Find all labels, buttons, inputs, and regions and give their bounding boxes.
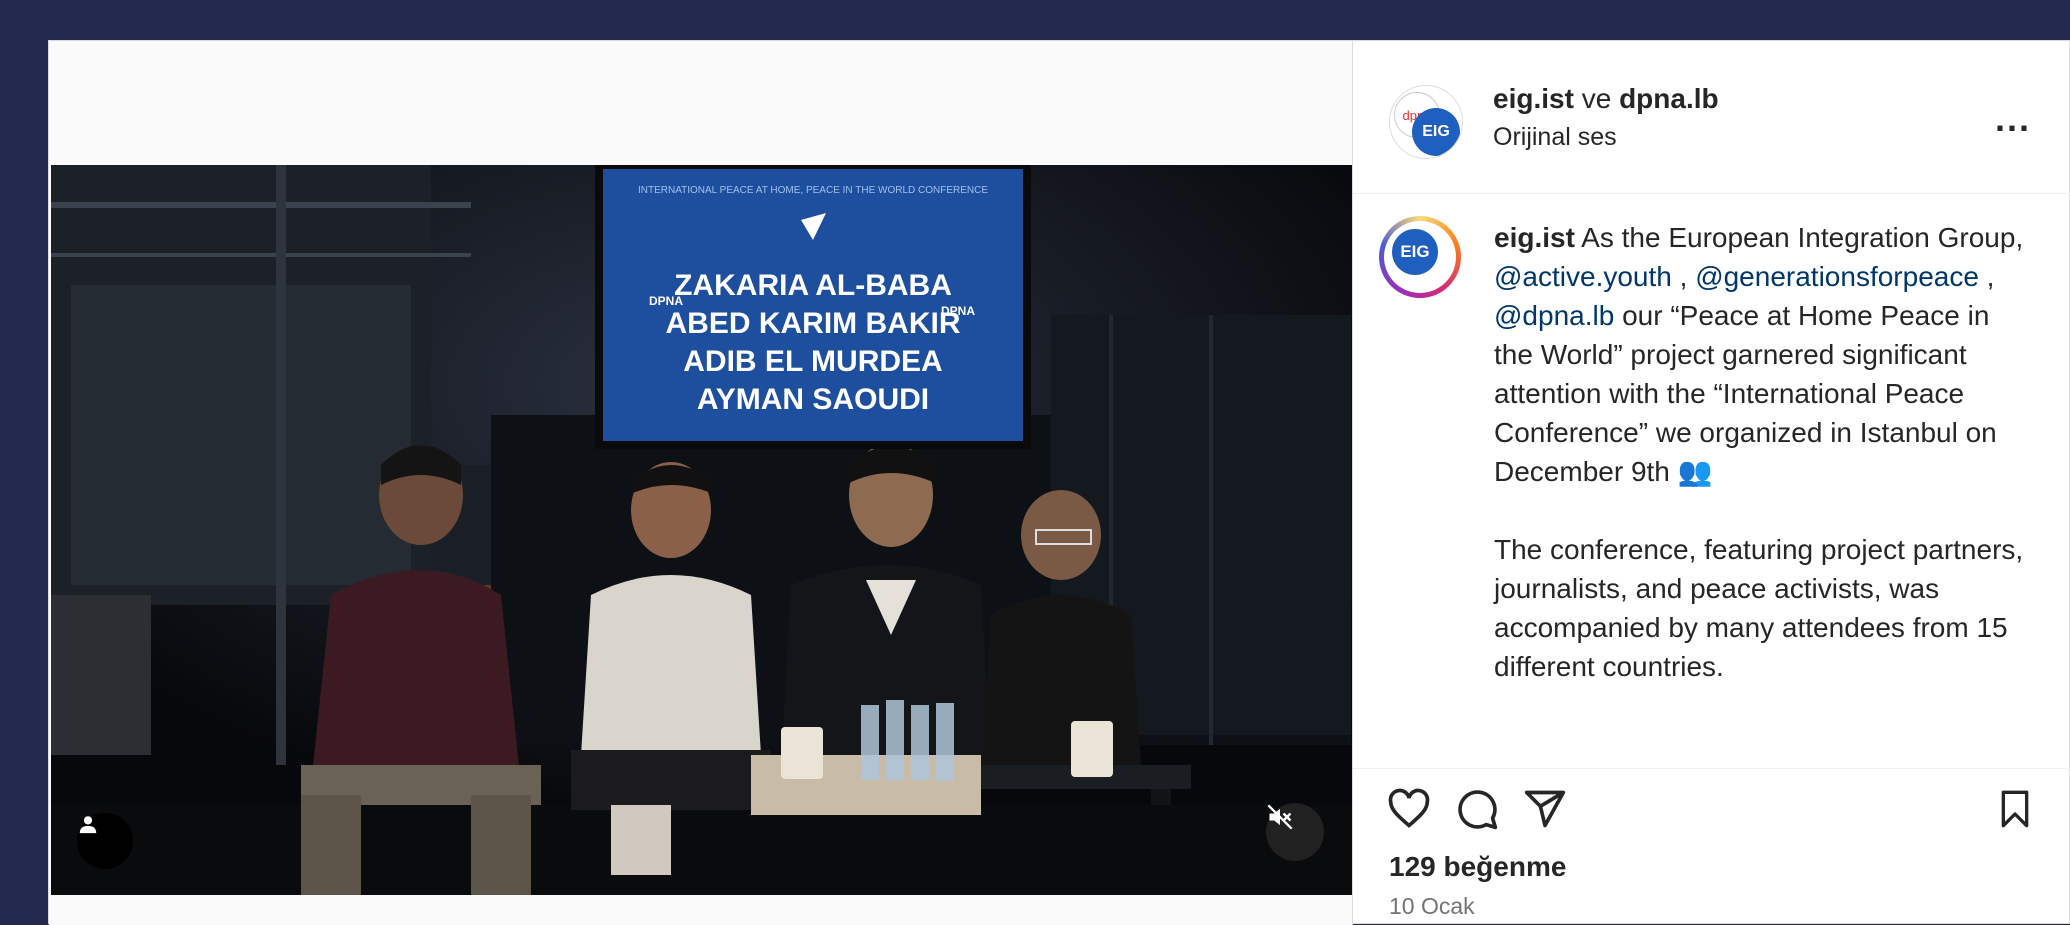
more-options-button[interactable]: ... <box>1995 101 2031 137</box>
caption-part: As the European Integration Group, <box>1574 222 2024 253</box>
more-icon: ... <box>1994 98 2031 139</box>
user-tag-button[interactable] <box>77 813 133 869</box>
speaker-name: ZAKARIA AL-BABA <box>674 269 952 302</box>
video-frame: INTERNATIONAL PEACE AT HOME, PEACE IN TH… <box>51 165 1352 895</box>
caption-avatar[interactable]: EIG <box>1379 216 1461 298</box>
mention-dpna[interactable]: @dpna.lb <box>1494 300 1614 331</box>
likes-count[interactable]: 129 beğenme <box>1389 851 1566 883</box>
screen-header-text: INTERNATIONAL PEACE AT HOME, PEACE IN TH… <box>638 185 988 196</box>
save-button[interactable] <box>1987 781 2043 837</box>
collab-avatar[interactable]: dpna EIG <box>1389 85 1463 159</box>
reel-video[interactable]: INTERNATIONAL PEACE AT HOME, PEACE IN TH… <box>51 165 1352 895</box>
author-line: eig.ist ve dpna.lb <box>1493 83 1719 115</box>
mention-generationsforpeace[interactable]: @generationsforpeace <box>1695 261 1979 292</box>
eig-logo: EIG <box>1389 226 1441 278</box>
speaker-name: AYMAN SAOUDI <box>697 383 929 416</box>
like-button[interactable] <box>1381 781 1437 837</box>
action-bar <box>1353 771 2070 851</box>
post-card: INTERNATIONAL PEACE AT HOME, PEACE IN TH… <box>48 40 2070 925</box>
mention-active-youth[interactable]: @active.youth <box>1494 261 1672 292</box>
post-date[interactable]: 10 Ocak <box>1389 893 1475 920</box>
screen-logo-left: DPNA <box>649 294 683 308</box>
caption-text: eig.ist As the European Integration Grou… <box>1494 218 2024 686</box>
mute-icon <box>1267 804 1293 830</box>
speaker-name: ADIB EL MURDEA <box>683 345 942 378</box>
caption-paragraph-2: The conference, featuring project partne… <box>1494 534 2024 682</box>
post-header: dpna EIG eig.ist ve dpna.lb Orijinal ses… <box>1353 41 2070 194</box>
media-pane: INTERNATIONAL PEACE AT HOME, PEACE IN TH… <box>49 41 1353 925</box>
caption-separator: , <box>1671 261 1696 292</box>
bookmark-icon <box>2001 790 2029 828</box>
share-icon <box>1524 790 1566 828</box>
speaker-name: ABED KARIM BAKIR <box>666 307 961 340</box>
caption-separator: , <box>1978 261 1995 292</box>
author-handle[interactable]: eig.ist <box>1493 83 1574 114</box>
mute-button[interactable] <box>1266 803 1324 861</box>
caption-area: EIG eig.ist As the European Integration … <box>1353 194 2070 769</box>
audio-label[interactable]: Orijinal ses <box>1493 123 1617 152</box>
author-joiner: ve <box>1581 83 1612 114</box>
heart-icon <box>1388 788 1430 828</box>
user-tag-icon <box>79 816 97 834</box>
post-sidebar: dpna EIG eig.ist ve dpna.lb Orijinal ses… <box>1353 41 2070 925</box>
caption-handle[interactable]: eig.ist <box>1494 222 1575 253</box>
share-button[interactable] <box>1517 781 1573 837</box>
screen-logo-right: DPNA <box>941 304 975 318</box>
comment-button[interactable] <box>1449 781 1505 837</box>
collab-handle[interactable]: dpna.lb <box>1619 83 1719 114</box>
eig-avatar: EIG <box>1412 108 1460 156</box>
comment-icon <box>1458 790 1498 830</box>
